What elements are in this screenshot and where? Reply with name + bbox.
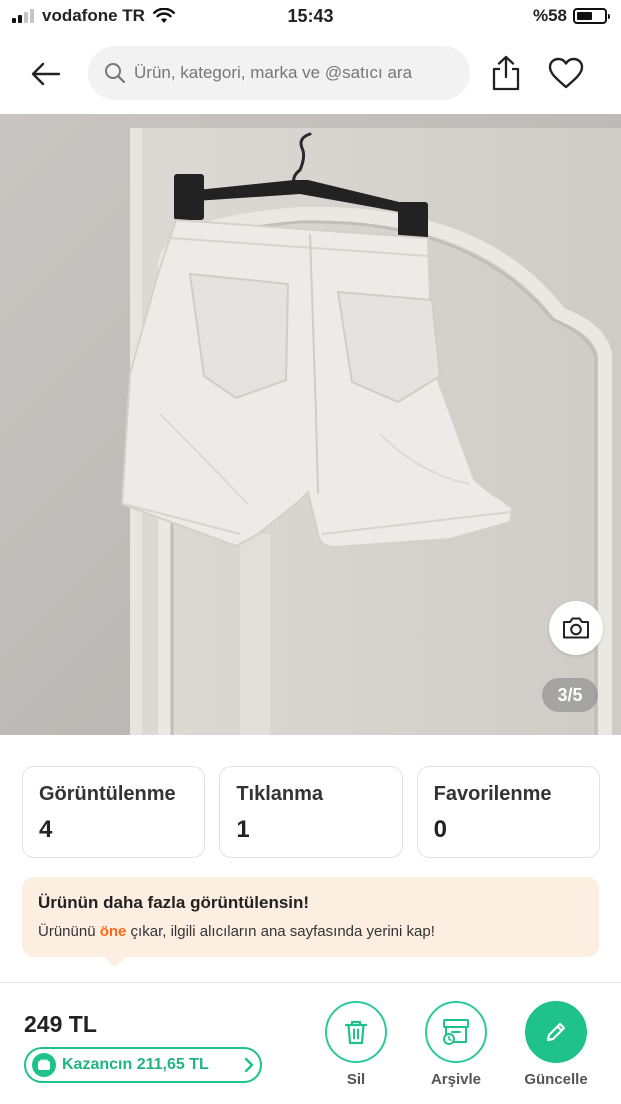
stat-value: 1 (236, 816, 250, 843)
status-right: %58 (532, 6, 610, 26)
stat-card-favorites: Favorilenme 0 (416, 766, 600, 858)
promo-banner[interactable]: Ürünün daha fazla görüntülensin! Ürününü… (22, 877, 599, 967)
chevron-right-icon (244, 1057, 254, 1073)
update-label: Güncelle (524, 1071, 588, 1088)
header: Ürün, kategori, marka ve @satıcı ara (0, 38, 621, 110)
camera-button[interactable] (549, 601, 603, 655)
stat-card-views: Görüntülenme 4 (22, 766, 206, 858)
search-input[interactable]: Ürün, kategori, marka ve @satıcı ara (88, 46, 470, 100)
battery-icon (573, 8, 610, 24)
search-placeholder: Ürün, kategori, marka ve @satıcı ara (134, 63, 413, 82)
stat-label: Görüntülenme (39, 783, 176, 805)
wallet-icon (32, 1053, 56, 1077)
stats-row: Görüntülenme 4 Tıklanma 1 Favorilenme 0 (22, 766, 600, 858)
trash-icon (344, 1020, 368, 1045)
delete-button[interactable]: Sil (311, 1001, 401, 1088)
delete-label: Sil (346, 1071, 366, 1088)
signal-icon (12, 9, 34, 23)
camera-icon (563, 617, 589, 639)
archive-circle[interactable] (425, 1001, 487, 1063)
promo-text-before: Ürününü (38, 923, 100, 940)
stat-label: Tıklanma (236, 783, 324, 805)
stat-value: 0 (433, 816, 448, 843)
status-bar: vodafone TR 15:43 %58 (0, 0, 621, 34)
delete-circle[interactable] (325, 1001, 387, 1063)
search-icon (105, 63, 126, 84)
photo-counter: 3/5 (542, 678, 598, 712)
back-button[interactable] (26, 54, 66, 94)
pencil-icon (546, 1022, 566, 1042)
promo-text-after: çıkar, ilgili alıcıların ana sayfasında … (126, 923, 435, 940)
earnings-text: Kazancın 211,65 TL (62, 1056, 209, 1073)
promo-text: Ürününü öne çıkar, ilgili alıcıların ana… (38, 923, 599, 940)
bottom-bar: 249 TL Kazancın 211,65 TL Sil Arşivle Gü… (0, 982, 621, 1104)
stat-label: Favorilenme (433, 783, 552, 805)
archive-label: Arşivle (430, 1071, 482, 1088)
price: 249 TL (24, 1011, 97, 1037)
product-photo[interactable]: 3/5 (0, 114, 621, 735)
update-button[interactable]: Güncelle (511, 1001, 601, 1088)
battery-fill (577, 12, 593, 20)
share-icon (492, 55, 520, 91)
archive-icon (443, 1019, 469, 1045)
favorite-button[interactable] (544, 52, 588, 94)
promo-highlight: öne (99, 923, 127, 940)
carrier-name: vodafone TR (42, 6, 145, 25)
archive-button[interactable]: Arşivle (411, 1001, 501, 1088)
status-left: vodafone TR (12, 6, 175, 26)
share-button[interactable] (486, 52, 526, 94)
wifi-icon (152, 8, 175, 23)
stat-card-clicks: Tıklanma 1 (219, 766, 403, 858)
photo-scene (0, 114, 621, 735)
heart-icon (548, 57, 584, 89)
update-circle[interactable] (525, 1001, 587, 1063)
stat-value: 4 (39, 816, 53, 843)
back-arrow-icon (31, 62, 61, 86)
promo-title: Ürünün daha fazla görüntülensin! (38, 893, 310, 912)
earnings-button[interactable]: Kazancın 211,65 TL (24, 1047, 262, 1083)
battery-percent: %58 (532, 6, 567, 25)
